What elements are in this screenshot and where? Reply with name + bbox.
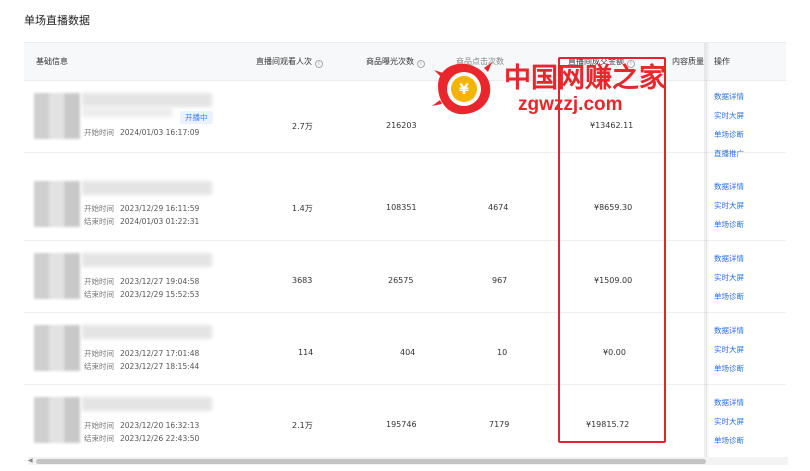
viewers-value: 2.7万 — [292, 122, 313, 131]
row-ops: 数据详情 实时大屏 单场诊断 — [714, 393, 774, 450]
viewers-value: 3683 — [292, 276, 313, 285]
viewers-value: 114 — [298, 348, 314, 357]
exposure-value: 108351 — [386, 203, 417, 212]
live-thumbnail[interactable] — [34, 181, 80, 227]
info-icon[interactable]: i — [315, 60, 323, 68]
live-title-blurred — [82, 253, 212, 267]
end-time: 结束时间 2023/12/29 15:52:53 — [84, 290, 200, 299]
viewers-value: 2.1万 — [292, 421, 313, 430]
op-diagnosis[interactable]: 单场诊断 — [714, 215, 774, 234]
table-row: 开始时间 2023/12/27 19:04:58 结束时间 2023/12/29 1… — [24, 241, 786, 313]
exposure-value: 404 — [400, 348, 416, 357]
watermark-en: zgwzzj.com — [518, 94, 623, 115]
op-promotion[interactable]: 直播推广 — [714, 144, 774, 163]
header-viewers[interactable]: 直播间观看人次 i — [256, 56, 323, 68]
row-ops: 数据详情 实时大屏 单场诊断 — [714, 249, 774, 306]
op-data-detail[interactable]: 数据详情 — [714, 87, 774, 106]
scroll-thumb[interactable] — [36, 459, 706, 464]
row-ops: 数据详情 实时大屏 单场诊断 — [714, 321, 774, 378]
watermark-logo-char: ¥ — [459, 82, 469, 98]
table-row: 开始时间 2023/12/20 16:32:13 结束时间 2023/12/26 2… — [24, 385, 786, 461]
live-thumbnail[interactable] — [34, 325, 80, 371]
row-ops: 数据详情 实时大屏 单场诊断 直播推广 — [714, 87, 774, 163]
live-title-blurred — [82, 181, 212, 195]
op-data-detail[interactable]: 数据详情 — [714, 177, 774, 196]
clicks-value: 7179 — [489, 420, 510, 429]
clicks-value: 967 — [492, 276, 508, 285]
op-diagnosis[interactable]: 单场诊断 — [714, 125, 774, 144]
exposure-value: 216203 — [386, 121, 417, 130]
op-live-screen[interactable]: 实时大屏 — [714, 106, 774, 125]
start-time: 开始时间 2023/12/20 16:32:13 — [84, 421, 200, 430]
end-time: 结束时间 2023/12/26 22:43:50 — [84, 434, 200, 443]
live-title-blurred — [82, 397, 212, 411]
scroll-left-icon[interactable]: ◀ — [28, 457, 33, 465]
watermark-cn: 中国网赚之家 — [504, 63, 666, 94]
exposure-value: 195746 — [386, 420, 417, 429]
header-exposure[interactable]: 商品曝光次数 i — [366, 56, 425, 68]
live-title-blurred — [82, 325, 212, 339]
end-time: 结束时间 2024/01/03 01:22:31 — [84, 217, 200, 226]
row-ops: 数据详情 实时大屏 单场诊断 — [714, 177, 774, 234]
start-time: 开始时间 2024/01/03 16:17:09 — [84, 128, 200, 137]
info-icon[interactable]: i — [417, 60, 425, 68]
live-title-blurred — [82, 93, 212, 107]
op-live-screen[interactable]: 实时大屏 — [714, 412, 774, 431]
exposure-value: 26575 — [388, 276, 414, 285]
header-basic: 基础信息 — [36, 57, 68, 66]
op-diagnosis[interactable]: 单场诊断 — [714, 287, 774, 306]
table-row: 开始时间 2023/12/27 17:01:48 结束时间 2023/12/27 1… — [24, 313, 786, 385]
page-title: 单场直播数据 — [24, 14, 90, 27]
op-live-screen[interactable]: 实时大屏 — [714, 340, 774, 359]
op-live-screen[interactable]: 实时大屏 — [714, 268, 774, 287]
start-time: 开始时间 2023/12/29 16:11:59 — [84, 204, 200, 213]
horizontal-scrollbar[interactable]: ◀ — [28, 457, 788, 465]
start-time: 开始时间 2023/12/27 19:04:58 — [84, 277, 200, 286]
clicks-value: 10 — [497, 348, 508, 357]
viewers-value: 1.4万 — [292, 204, 313, 213]
clicks-value: 4674 — [488, 203, 509, 212]
status-badge: 开播中 — [180, 111, 213, 124]
table-row: 开始时间 2023/12/29 16:11:59 结束时间 2024/01/03 0… — [24, 169, 786, 241]
op-diagnosis[interactable]: 单场诊断 — [714, 431, 774, 450]
live-thumbnail[interactable] — [34, 253, 80, 299]
live-thumbnail[interactable] — [34, 93, 80, 139]
end-time: 结束时间 2023/12/27 18:15:44 — [84, 362, 200, 371]
op-diagnosis[interactable]: 单场诊断 — [714, 359, 774, 378]
live-subtitle-blurred — [82, 107, 172, 117]
op-data-detail[interactable]: 数据详情 — [714, 321, 774, 340]
watermark-logo-icon: ¥ — [432, 62, 492, 115]
op-live-screen[interactable]: 实时大屏 — [714, 196, 774, 215]
watermark: ¥ 中国网赚之家 zgwzzj.com — [432, 50, 682, 130]
start-time: 开始时间 2023/12/27 17:01:48 — [84, 349, 200, 358]
op-data-detail[interactable]: 数据详情 — [714, 393, 774, 412]
live-thumbnail[interactable] — [34, 397, 80, 443]
op-data-detail[interactable]: 数据详情 — [714, 249, 774, 268]
